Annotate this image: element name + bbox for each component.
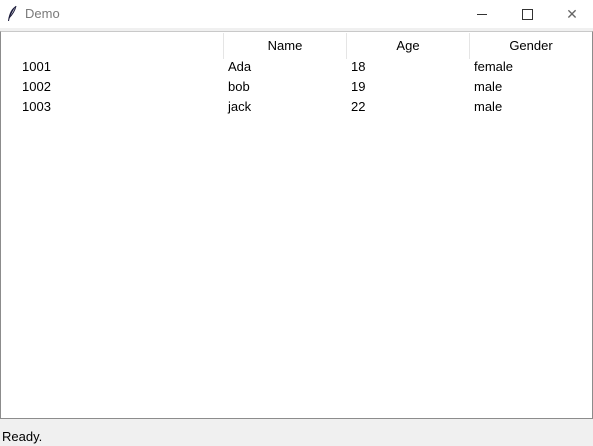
cell-name: jack (228, 99, 252, 114)
close-icon: ✕ (566, 5, 578, 22)
cell-age: 18 (351, 59, 366, 74)
title-bar[interactable]: Demo ✕ (0, 0, 593, 28)
treeview-table[interactable]: Name Age Gender 1001 Ada 18 female 1002 … (0, 31, 593, 419)
minimize-button[interactable] (459, 0, 505, 28)
cell-name: Ada (228, 59, 252, 74)
cell-name: bob (228, 79, 250, 94)
cell-gender: male (474, 79, 503, 94)
table-header: Name Age Gender (1, 33, 592, 59)
cell-id: 1001 (22, 59, 51, 74)
maximize-icon (521, 8, 533, 20)
column-header-name[interactable]: Name (223, 33, 346, 59)
cell-id: 1002 (22, 79, 51, 94)
status-text: Ready. (2, 429, 43, 444)
table-row[interactable]: 1001 Ada 18 female (1, 57, 592, 77)
column-header-age[interactable]: Age (346, 33, 469, 59)
feather-icon (6, 5, 18, 23)
column-header-id[interactable] (1, 33, 223, 59)
cell-age: 19 (351, 79, 366, 94)
table-row[interactable]: 1002 bob 19 male (1, 77, 592, 97)
cell-age: 22 (351, 99, 366, 114)
minimize-icon (477, 13, 487, 15)
cell-id: 1003 (22, 99, 51, 114)
column-header-gender[interactable]: Gender (469, 33, 592, 59)
cell-gender: female (474, 59, 514, 74)
maximize-button[interactable] (504, 0, 550, 28)
window-title: Demo (25, 6, 60, 21)
status-bar: Ready. (0, 419, 593, 446)
table-row[interactable]: 1003 jack 22 male (1, 97, 592, 117)
cell-gender: male (474, 99, 503, 114)
close-button[interactable]: ✕ (549, 0, 593, 28)
